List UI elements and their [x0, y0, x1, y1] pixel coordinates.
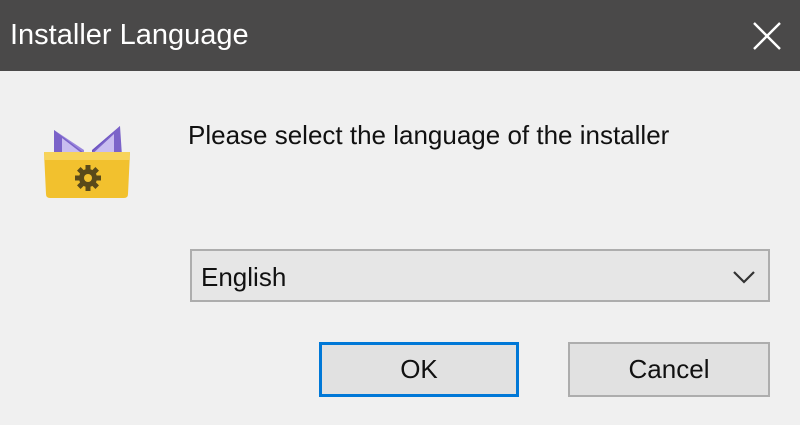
chevron-down-icon [733, 271, 755, 284]
cancel-button[interactable]: Cancel [568, 342, 770, 397]
installer-language-dialog: Installer Language Please select the lan… [0, 0, 800, 425]
prompt-text: Please select the language of the instal… [188, 120, 670, 150]
close-icon [753, 22, 781, 50]
installer-app-icon [40, 116, 136, 206]
language-select[interactable]: English [190, 249, 770, 302]
language-select-value: English [201, 262, 287, 292]
close-button[interactable] [734, 0, 800, 71]
title-bar: Installer Language [0, 0, 800, 71]
window-title: Installer Language [10, 19, 249, 51]
ok-button[interactable]: OK [319, 342, 519, 397]
